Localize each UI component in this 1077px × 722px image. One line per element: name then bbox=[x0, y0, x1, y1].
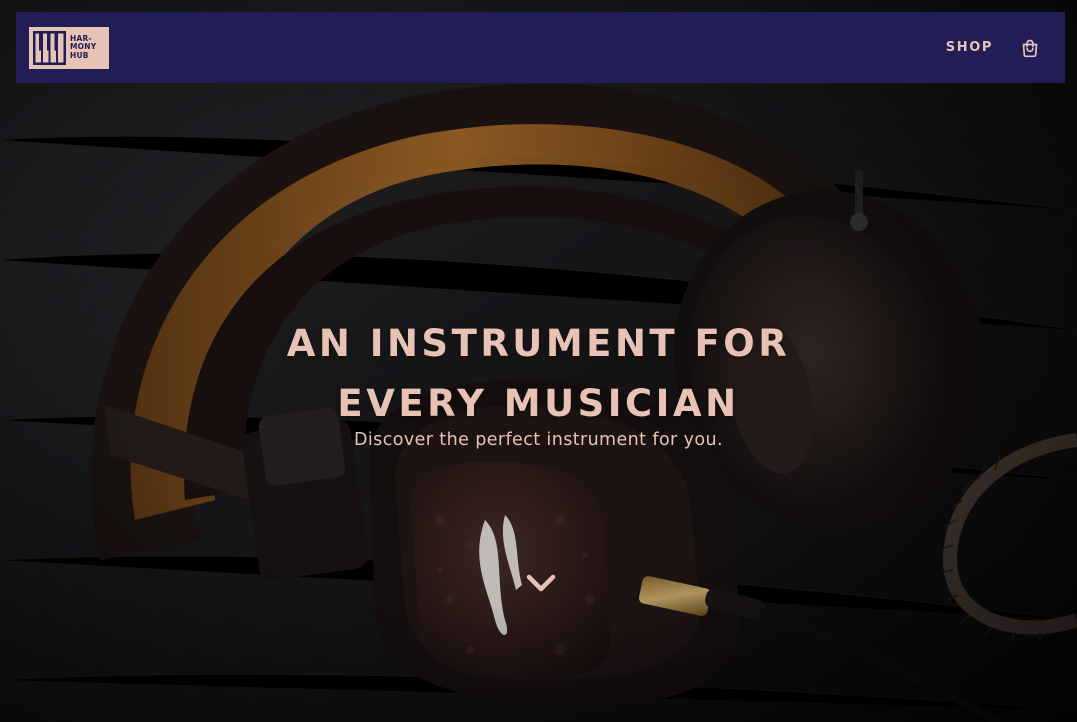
landing-page: HAR- MONY HUB SHOP AN INSTRUMENT FOR EVE… bbox=[0, 0, 1077, 722]
hero-content: AN INSTRUMENT FOR EVERY MUSICIAN Discove… bbox=[0, 314, 1077, 453]
hero-title: AN INSTRUMENT FOR EVERY MUSICIAN bbox=[0, 314, 1077, 434]
cart-button[interactable] bbox=[1019, 37, 1041, 59]
logo-wordmark: HAR- MONY HUB bbox=[70, 34, 96, 60]
harmony-hub-logo[interactable]: HAR- MONY HUB bbox=[29, 26, 109, 69]
hero-subtitle: Discover the perfect instrument for you. bbox=[354, 430, 723, 450]
shop-link[interactable]: SHOP bbox=[946, 40, 993, 55]
piano-keys-icon bbox=[33, 30, 66, 65]
hero-title-line-1: AN INSTRUMENT FOR bbox=[286, 322, 791, 365]
hero-title-line-2: EVERY MUSICIAN bbox=[337, 382, 740, 425]
nav-actions: SHOP bbox=[946, 37, 1041, 59]
top-navbar: HAR- MONY HUB SHOP bbox=[16, 12, 1065, 83]
chevron-down-icon bbox=[526, 574, 556, 592]
scroll-down-button[interactable] bbox=[522, 566, 560, 600]
logo-line-3: HUB bbox=[70, 50, 89, 60]
shopping-bag-icon bbox=[1022, 39, 1038, 57]
